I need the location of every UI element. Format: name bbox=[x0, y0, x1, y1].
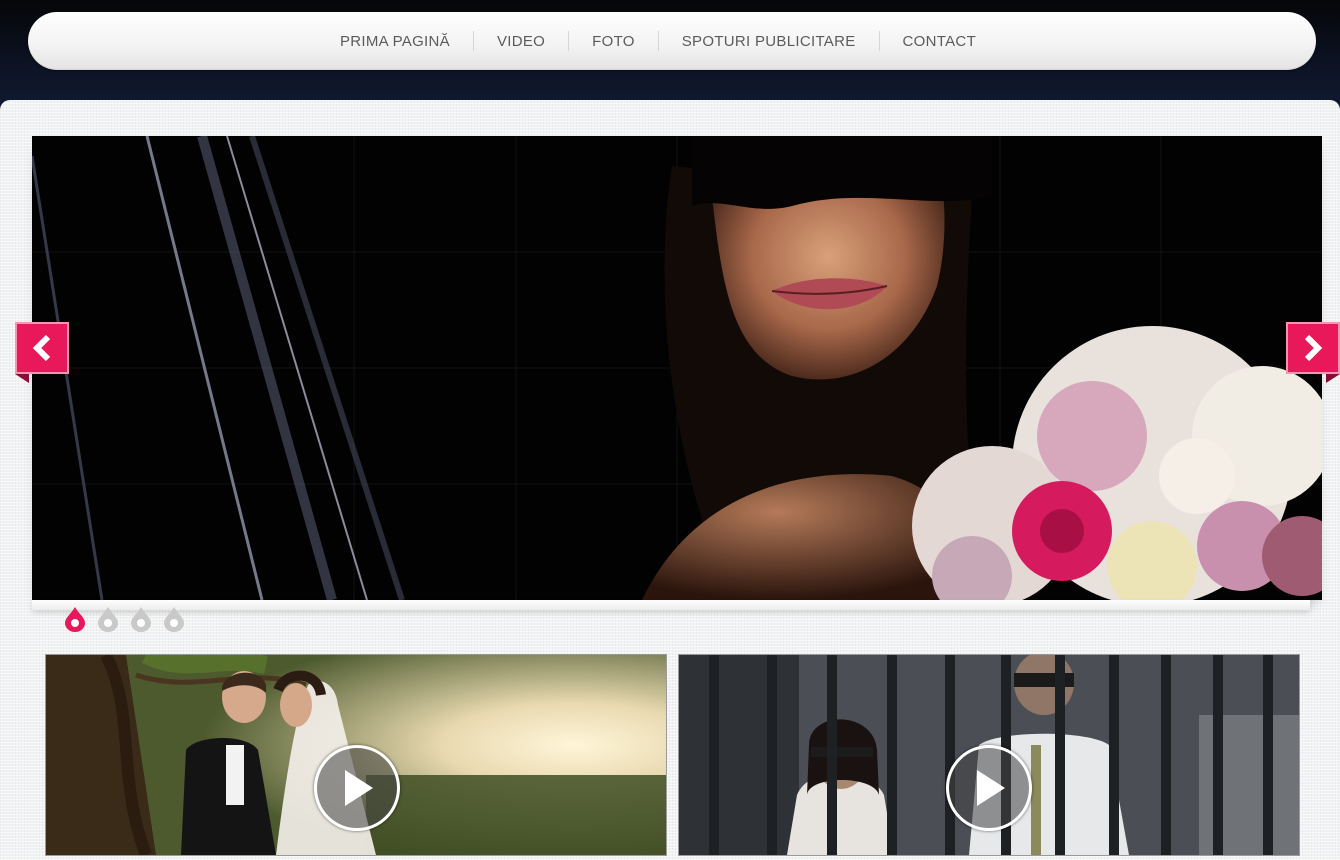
video-thumbnail[interactable] bbox=[45, 654, 667, 856]
slider-next-button[interactable] bbox=[1286, 322, 1340, 383]
slider-bullet[interactable] bbox=[97, 606, 119, 632]
hero-slide-image bbox=[32, 136, 1322, 600]
arrow-fold-decoration bbox=[15, 374, 29, 383]
chevron-left-icon bbox=[32, 334, 51, 362]
play-icon bbox=[977, 770, 1005, 806]
hero-slider bbox=[32, 136, 1322, 600]
slider-bottom-edge bbox=[32, 600, 1310, 610]
slider-prev-button[interactable] bbox=[15, 322, 69, 383]
nav-item-foto[interactable]: FOTO bbox=[569, 33, 658, 50]
main-navigation: PRIMA PAGINĂ VIDEO FOTO SPOTURI PUBLICIT… bbox=[28, 12, 1316, 70]
play-button[interactable] bbox=[314, 745, 400, 831]
slider-bullet-active[interactable] bbox=[64, 606, 86, 632]
slider-bullet[interactable] bbox=[130, 606, 152, 632]
slider-pagination bbox=[64, 606, 185, 632]
video-thumbnail[interactable] bbox=[678, 654, 1300, 856]
nav-item-video[interactable]: VIDEO bbox=[474, 33, 568, 50]
nav-item-spoturi-publicitare[interactable]: SPOTURI PUBLICITARE bbox=[659, 33, 879, 50]
chevron-right-icon bbox=[1304, 334, 1323, 362]
nav-item-prima-pagina[interactable]: PRIMA PAGINĂ bbox=[317, 33, 473, 50]
play-icon bbox=[345, 770, 373, 806]
arrow-fold-decoration bbox=[1326, 374, 1340, 383]
slider-bullet[interactable] bbox=[163, 606, 185, 632]
play-button[interactable] bbox=[946, 745, 1032, 831]
nav-item-contact[interactable]: CONTACT bbox=[880, 33, 999, 50]
